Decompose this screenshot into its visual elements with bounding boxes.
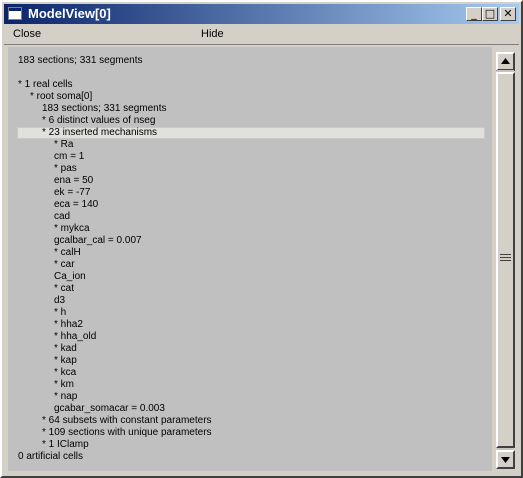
tree-item[interactable]: * 1 IClamp <box>42 439 89 451</box>
tree-item[interactable]: d3 <box>54 295 65 307</box>
maximize-button[interactable]: □ <box>482 7 498 21</box>
tree-item-selected[interactable]: * 23 inserted mechanisms <box>42 127 157 139</box>
tree-item[interactable]: * hha_old <box>54 331 96 343</box>
tree-item[interactable]: * calH <box>54 247 81 259</box>
summary-text: 183 sections; 331 segments <box>18 55 143 66</box>
tree-item[interactable]: * 1 real cells <box>18 79 72 91</box>
tree-item[interactable]: * 6 distinct values of nseg <box>42 115 155 127</box>
tree-item[interactable]: ena = 50 <box>54 175 93 187</box>
menu-close[interactable]: Close <box>13 28 41 41</box>
arrow-up-icon <box>501 58 510 64</box>
title-bar[interactable]: ModelView[0] _ □ ✕ <box>4 4 519 24</box>
tree-item[interactable]: gcabar_somacar = 0.003 <box>54 403 165 415</box>
tree-item[interactable]: Ca_ion <box>54 271 86 283</box>
tree-item[interactable]: 0 artificial cells <box>18 451 83 463</box>
tree-item[interactable]: 183 sections; 331 segments <box>42 103 167 115</box>
tree-item[interactable]: * root soma[0] <box>30 91 92 103</box>
model-tree-panel: 183 sections; 331 segments * 1 real cell… <box>8 47 492 471</box>
thumb-grip-line <box>500 260 511 261</box>
scroll-thumb[interactable] <box>496 72 515 448</box>
tree-item[interactable]: * h <box>54 307 66 319</box>
tree-item[interactable]: cad <box>54 211 70 223</box>
minimize-button[interactable]: _ <box>466 7 482 21</box>
tree-item[interactable]: * mykca <box>54 223 90 235</box>
vertical-scrollbar[interactable] <box>494 48 517 472</box>
scroll-down-button[interactable] <box>496 450 515 469</box>
thumb-grip-line <box>500 257 511 258</box>
tree-item[interactable]: * kap <box>54 355 77 367</box>
tree-item[interactable]: gcalbar_cal = 0.007 <box>54 235 142 247</box>
menu-bar: Close Hide <box>4 25 519 45</box>
tree-item[interactable]: * hha2 <box>54 319 83 331</box>
close-window-button[interactable]: ✕ <box>500 7 516 21</box>
tree-item[interactable]: * Ra <box>54 139 73 151</box>
scroll-up-button[interactable] <box>496 52 515 71</box>
tree-item[interactable]: * km <box>54 379 74 391</box>
tree-item[interactable]: eca = 140 <box>54 199 98 211</box>
window-app-icon <box>8 7 22 20</box>
window-title: ModelView[0] <box>28 6 111 21</box>
thumb-grip-line <box>500 254 511 255</box>
menu-hide[interactable]: Hide <box>201 28 224 41</box>
tree-item[interactable]: * 64 subsets with constant parameters <box>42 415 212 427</box>
arrow-down-icon <box>501 457 510 463</box>
tree-item[interactable]: ek = -77 <box>54 187 90 199</box>
tree-item[interactable]: * 109 sections with unique parameters <box>42 427 212 439</box>
modelview-window: ModelView[0] _ □ ✕ Close Hide 183 sectio… <box>0 0 523 478</box>
tree-item[interactable]: * cat <box>54 283 74 295</box>
tree-item[interactable]: * kca <box>54 367 76 379</box>
tree-item[interactable]: * kad <box>54 343 77 355</box>
tree-item[interactable]: * pas <box>54 163 77 175</box>
tree-item[interactable]: * nap <box>54 391 77 403</box>
tree-item[interactable]: cm = 1 <box>54 151 84 163</box>
tree-item[interactable]: * car <box>54 259 75 271</box>
